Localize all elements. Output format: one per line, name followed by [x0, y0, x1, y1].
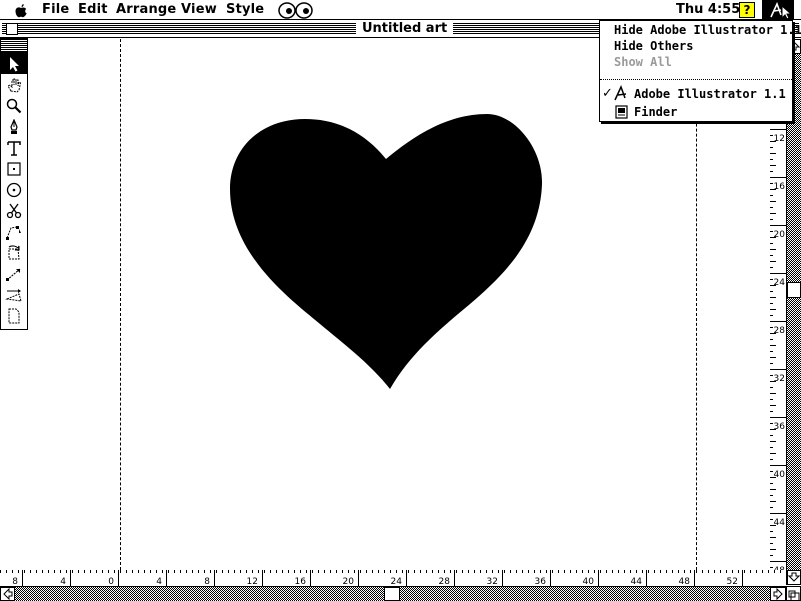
ruler-label: 36: [535, 577, 547, 586]
menu-bar: File Edit Arrange View Style Thu 4:55 ?: [0, 0, 801, 20]
menu-edit[interactable]: Edit: [78, 2, 108, 17]
selection-tool[interactable]: [1, 53, 27, 74]
menu-item-illustrator[interactable]: Adobe Illustrator 1.1: [634, 87, 786, 101]
scroll-down-arrow[interactable]: [787, 570, 801, 585]
rectangle-tool[interactable]: [1, 158, 27, 179]
ruler-label: 52: [727, 577, 738, 586]
ruler-label: 16: [295, 577, 307, 586]
menu-arrange[interactable]: Arrange: [116, 2, 176, 17]
menu-file[interactable]: File: [42, 2, 69, 17]
close-box[interactable]: [6, 23, 18, 35]
hand-tool[interactable]: [1, 74, 27, 95]
ruler-label: 32: [487, 577, 498, 586]
ruler-label: 24: [774, 278, 786, 288]
text-tool[interactable]: [1, 137, 27, 158]
ruler-label: 0: [108, 577, 114, 586]
ruler-label: 32: [774, 374, 785, 384]
window-title: Untitled art: [356, 21, 454, 36]
scale-tool[interactable]: [1, 263, 27, 284]
ruler-label: 28: [439, 577, 451, 586]
menu-view[interactable]: View: [181, 2, 217, 17]
ruler-label: 36: [774, 422, 786, 432]
ruler-label: 40: [583, 577, 595, 586]
checkmark-icon: ✓: [602, 86, 613, 101]
oval-tool[interactable]: [1, 179, 27, 200]
ruler-label: 44: [774, 518, 786, 528]
clock: Thu 4:55: [676, 2, 741, 17]
horizontal-scroll-thumb[interactable]: [384, 587, 400, 601]
blend-tool[interactable]: [1, 221, 27, 242]
illustrator-app-icon: [613, 85, 631, 105]
ruler-label: 48: [679, 577, 691, 586]
menu-item-hide-app[interactable]: Hide Adobe Illustrator 1.1: [614, 23, 801, 37]
grow-box[interactable]: [786, 586, 801, 601]
ruler-label: 12: [774, 134, 785, 144]
ruler-label: 28: [774, 326, 786, 336]
ruler-label: 16: [774, 182, 786, 192]
ruler-label: 8: [204, 577, 210, 586]
scissors-tool[interactable]: [1, 200, 27, 221]
vertical-scroll-thumb[interactable]: [787, 282, 801, 298]
menu-style[interactable]: Style: [226, 2, 264, 17]
application-menu: Hide Adobe Illustrator 1.1 Hide Others S…: [599, 20, 801, 123]
ruler-label: 4: [60, 577, 66, 586]
ruler-label: 8: [12, 577, 18, 586]
ruler-label: 24: [391, 577, 403, 586]
menu-separator: [600, 79, 792, 80]
zoom-tool[interactable]: [1, 95, 27, 116]
toolbox-title-bar[interactable]: [1, 39, 27, 53]
ruler-label: 20: [774, 230, 786, 240]
menu-item-show-all: Show All: [614, 55, 672, 69]
scroll-left-arrow[interactable]: [0, 587, 15, 601]
help-icon[interactable]: ?: [739, 2, 755, 18]
ruler-label: 12: [247, 577, 258, 586]
toolbox-palette: [0, 38, 28, 330]
ruler-label: 40: [774, 470, 786, 480]
illustrator-app-icon[interactable]: [762, 0, 794, 20]
scroll-right-arrow[interactable]: [770, 587, 786, 601]
menu-item-hide-others[interactable]: Hide Others: [614, 39, 693, 53]
reflect-tool[interactable]: [1, 284, 27, 305]
horizontal-ruler: 8 4 0 4 8 12 16 20 24 28 32 36 40 44 48 52: [0, 570, 786, 586]
finder-icon: [615, 104, 628, 123]
page-tool[interactable]: [1, 305, 27, 326]
ruler-label: 44: [631, 577, 643, 586]
ruler-label: 20: [343, 577, 355, 586]
pen-tool[interactable]: [1, 116, 27, 137]
menu-item-finder[interactable]: Finder: [634, 105, 677, 119]
horizontal-scrollbar[interactable]: [0, 586, 786, 601]
rotate-tool[interactable]: [1, 242, 27, 263]
ruler-label: 4: [156, 577, 162, 586]
